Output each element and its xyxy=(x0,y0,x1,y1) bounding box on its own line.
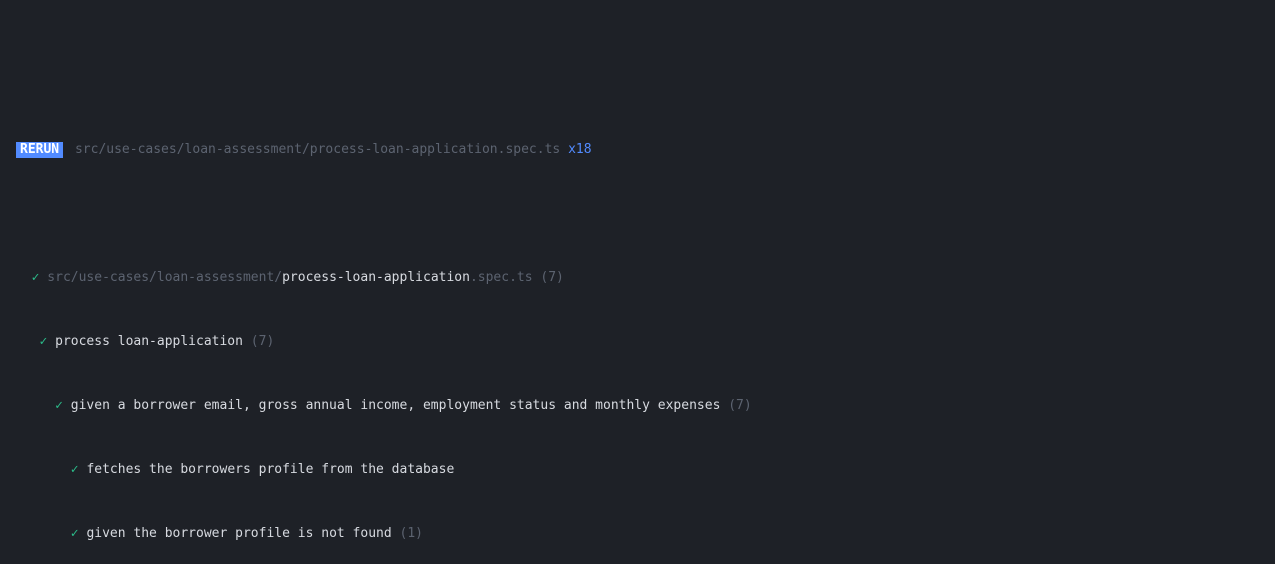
rerun-header: RERUN src/use-cases/loan-assessment/proc… xyxy=(16,142,1259,158)
header-path-prefix: src/use-cases/loan-assessment/ xyxy=(75,142,310,157)
describe-profile-not-found: ✓ given the borrower profile is not foun… xyxy=(16,526,1259,542)
check-icon: ✓ xyxy=(39,334,47,349)
check-icon: ✓ xyxy=(71,462,79,477)
check-icon: ✓ xyxy=(32,270,40,285)
rerun-count: x18 xyxy=(568,142,591,157)
terminal-output: RERUN src/use-cases/loan-assessment/proc… xyxy=(0,80,1275,564)
test-fetches-profile: ✓ fetches the borrowers profile from the… xyxy=(16,462,1259,478)
check-icon: ✓ xyxy=(71,526,79,541)
rerun-badge: RERUN xyxy=(16,142,63,158)
file-line: ✓ src/use-cases/loan-assessment/process-… xyxy=(16,270,1259,286)
check-icon: ✓ xyxy=(55,398,63,413)
describe-process-loan: ✓ process loan-application (7) xyxy=(16,334,1259,350)
describe-given-borrower: ✓ given a borrower email, gross annual i… xyxy=(16,398,1259,414)
header-path-suffix: .spec.ts xyxy=(498,142,561,157)
header-path-name: process-loan-application xyxy=(310,142,498,157)
